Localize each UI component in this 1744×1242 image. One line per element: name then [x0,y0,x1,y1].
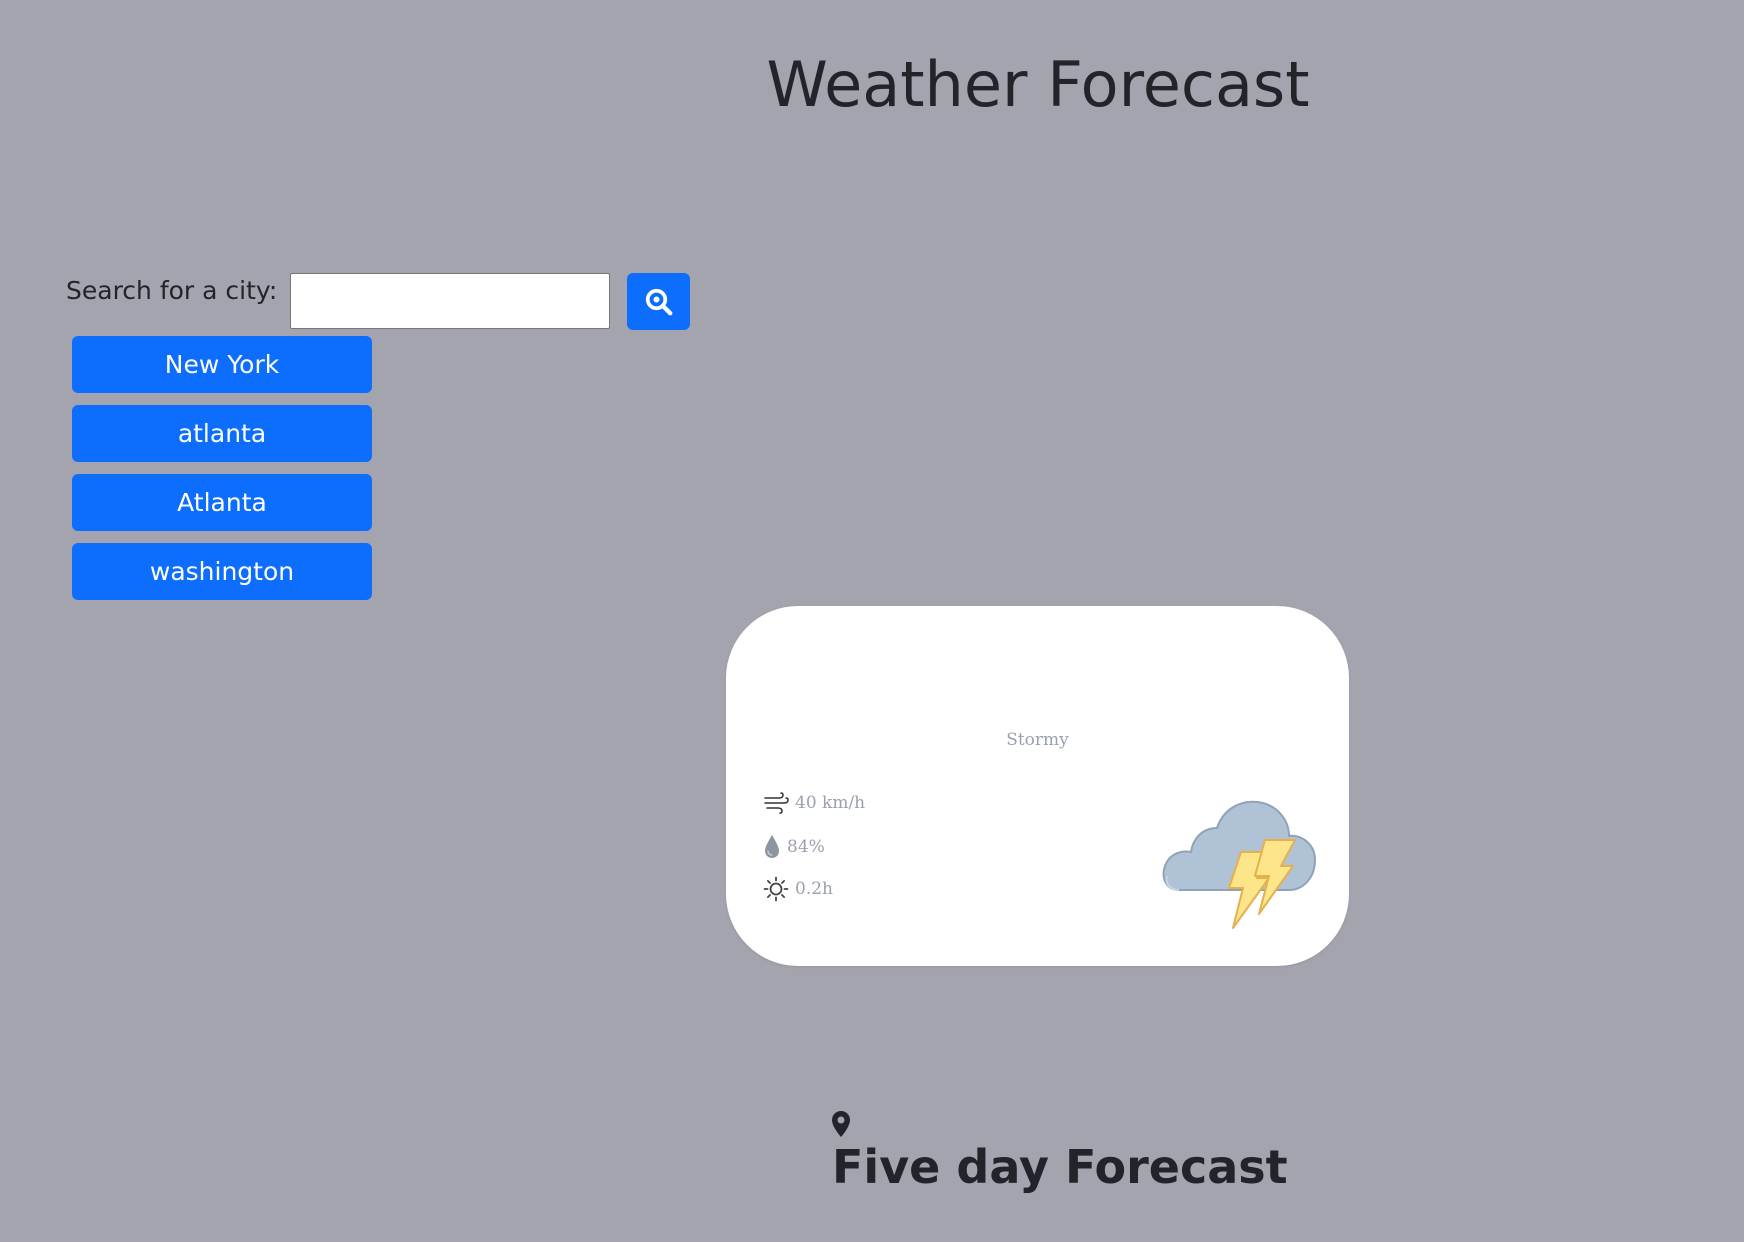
humidity-value: 84% [787,837,825,857]
search-label: Search for a city: [66,276,278,305]
wind-value: 40 km/h [795,793,866,813]
raindrop-icon [763,834,781,860]
map-pin-icon [830,1110,852,1142]
thunderstorm-icon [1161,780,1321,934]
wind-stat: 40 km/h [763,792,865,814]
history-city-button[interactable]: washington [72,543,372,600]
search-button[interactable] [627,273,690,330]
history-city-button[interactable]: New York [72,336,372,393]
five-day-forecast-heading: Five day Forecast [832,1140,1288,1194]
sunshine-stat: 0.2h [763,876,833,902]
wind-icon [763,792,789,814]
search-input[interactable] [290,273,610,329]
sunshine-value: 0.2h [795,879,833,899]
search-history-list: New York atlanta Atlanta washington [72,336,372,612]
page-title: Weather Forecast [766,48,1310,121]
search-icon [645,288,672,315]
history-city-button[interactable]: atlanta [72,405,372,462]
weather-condition: Stormy [1006,730,1069,750]
current-weather-card: Stormy 40 km/h 84% 0.2h [726,606,1349,966]
humidity-stat: 84% [763,834,825,860]
history-city-button[interactable]: Atlanta [72,474,372,531]
sun-icon [763,876,789,902]
